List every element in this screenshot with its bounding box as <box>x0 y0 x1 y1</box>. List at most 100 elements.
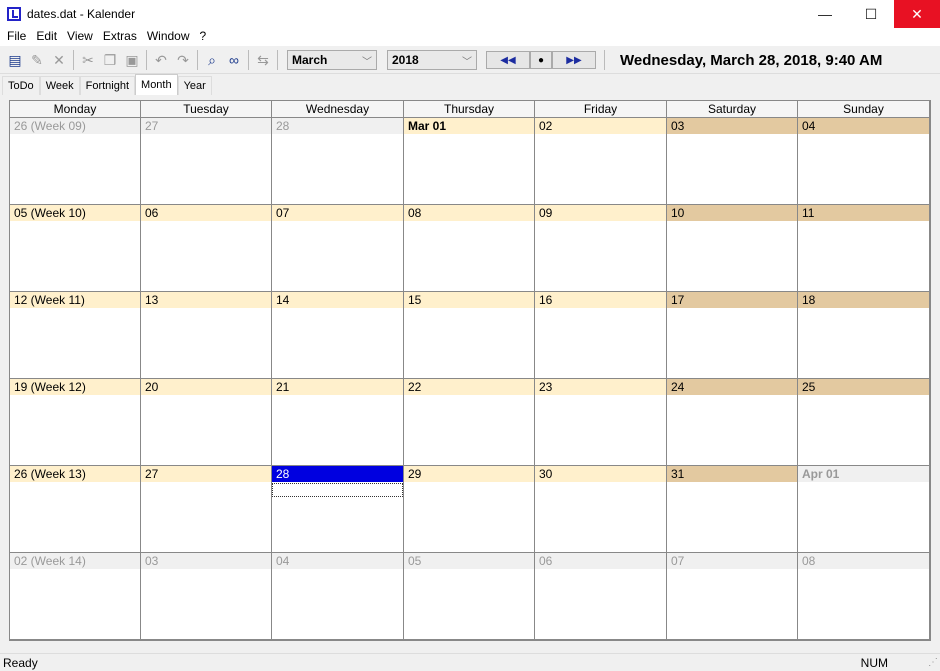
day-cell[interactable]: 07 <box>272 205 404 292</box>
today-button[interactable]: ● <box>530 51 552 69</box>
cut-icon[interactable]: ✂ <box>77 49 99 71</box>
menu-bar: File Edit View Extras Window ? <box>0 28 940 46</box>
tab-month[interactable]: Month <box>135 74 178 95</box>
day-cell[interactable]: 15 <box>404 292 535 379</box>
app-clock-icon <box>7 7 21 21</box>
day-cell[interactable]: 26 (Week 13) <box>10 466 141 553</box>
month-value: March <box>292 53 328 67</box>
day-cell[interactable]: 04 <box>798 118 930 205</box>
paste-icon[interactable]: ▣ <box>121 49 143 71</box>
day-label: 24 <box>667 379 797 395</box>
day-cell[interactable]: 05 (Week 10) <box>10 205 141 292</box>
day-cell[interactable]: 08 <box>404 205 535 292</box>
day-cell[interactable]: 16 <box>535 292 667 379</box>
tab-todo[interactable]: ToDo <box>2 76 40 95</box>
menu-file[interactable]: File <box>2 28 31 46</box>
num-lock-indicator: NUM <box>860 656 888 670</box>
day-cell[interactable]: 21 <box>272 379 404 466</box>
close-button[interactable]: ✕ <box>894 0 940 28</box>
day-cell[interactable]: 08 <box>798 553 930 640</box>
day-cell[interactable]: 12 (Week 11) <box>10 292 141 379</box>
day-label: 29 <box>404 466 534 482</box>
day-label: 07 <box>667 553 797 569</box>
day-cell[interactable]: 26 (Week 09) <box>10 118 141 205</box>
tab-fortnight[interactable]: Fortnight <box>79 76 136 95</box>
day-cell[interactable]: 27 <box>141 466 272 553</box>
day-cell[interactable]: 28 <box>272 466 404 553</box>
next-month-button[interactable]: ▶▶ <box>552 51 596 69</box>
day-cell[interactable]: Apr 01 <box>798 466 930 553</box>
divider <box>277 50 278 70</box>
day-cell[interactable]: 13 <box>141 292 272 379</box>
day-cell[interactable]: 30 <box>535 466 667 553</box>
day-cell[interactable]: 06 <box>535 553 667 640</box>
day-cell[interactable]: 05 <box>404 553 535 640</box>
new-entry-field[interactable] <box>272 483 403 497</box>
day-cell[interactable]: 27 <box>141 118 272 205</box>
day-cell[interactable]: 06 <box>141 205 272 292</box>
day-label: 05 (Week 10) <box>10 205 140 221</box>
day-header-saturday: Saturday <box>667 101 798 118</box>
day-cell[interactable]: 07 <box>667 553 798 640</box>
day-cell[interactable]: 14 <box>272 292 404 379</box>
day-cell[interactable]: 09 <box>535 205 667 292</box>
menu-view[interactable]: View <box>62 28 98 46</box>
delete-icon[interactable]: ✕ <box>48 49 70 71</box>
day-header-wednesday: Wednesday <box>272 101 404 118</box>
tab-week[interactable]: Week <box>39 76 80 95</box>
day-label: 17 <box>667 292 797 308</box>
day-cell[interactable]: 31 <box>667 466 798 553</box>
day-label: 04 <box>798 118 929 134</box>
tab-year[interactable]: Year <box>177 76 212 95</box>
day-cell[interactable]: 24 <box>667 379 798 466</box>
day-cell[interactable]: 02 (Week 14) <box>10 553 141 640</box>
day-label: 27 <box>141 466 271 482</box>
edit-icon[interactable]: ✎ <box>26 49 48 71</box>
year-value: 2018 <box>392 53 419 67</box>
day-cell[interactable]: 25 <box>798 379 930 466</box>
minimize-button[interactable]: — <box>802 0 848 28</box>
day-cell[interactable]: 29 <box>404 466 535 553</box>
day-cell[interactable]: 28 <box>272 118 404 205</box>
day-cell[interactable]: 17 <box>667 292 798 379</box>
day-cell[interactable]: 04 <box>272 553 404 640</box>
undo-icon[interactable]: ↶ <box>150 49 172 71</box>
month-select[interactable]: March ﹀ <box>287 50 377 70</box>
menu-edit[interactable]: Edit <box>31 28 62 46</box>
toolbar: ▤ ✎ ✕ ✂ ❐ ▣ ↶ ↷ ⌕ ∞ ⇆ March ﹀ 2018 ﹀ ◀◀ ● … <box>0 47 940 74</box>
redo-icon[interactable]: ↷ <box>172 49 194 71</box>
day-cell[interactable]: 19 (Week 12) <box>10 379 141 466</box>
day-cell[interactable]: Mar 01 <box>404 118 535 205</box>
day-cell[interactable]: 20 <box>141 379 272 466</box>
maximize-button[interactable]: ☐ <box>848 0 894 28</box>
day-cell[interactable]: 03 <box>667 118 798 205</box>
view-icon[interactable]: ∞ <box>223 49 245 71</box>
divider <box>604 50 605 70</box>
day-label: Apr 01 <box>798 466 929 482</box>
day-cell[interactable]: 03 <box>141 553 272 640</box>
day-label: 08 <box>404 205 534 221</box>
calendar-icon[interactable]: ▤ <box>4 49 26 71</box>
menu-extras[interactable]: Extras <box>98 28 142 46</box>
day-label: 13 <box>141 292 271 308</box>
day-cell[interactable]: 22 <box>404 379 535 466</box>
day-label: 25 <box>798 379 929 395</box>
day-label: 18 <box>798 292 929 308</box>
day-cell[interactable]: 18 <box>798 292 930 379</box>
day-cell[interactable]: 10 <box>667 205 798 292</box>
day-cell[interactable]: 23 <box>535 379 667 466</box>
prev-month-button[interactable]: ◀◀ <box>486 51 530 69</box>
copy-icon[interactable]: ❐ <box>99 49 121 71</box>
day-label: 30 <box>535 466 666 482</box>
day-header-monday: Monday <box>10 101 141 118</box>
menu-help[interactable]: ? <box>195 28 212 46</box>
swap-icon[interactable]: ⇆ <box>252 49 274 71</box>
title-bar: dates.dat - Kalender — ☐ ✕ <box>0 0 940 28</box>
day-cell[interactable]: 02 <box>535 118 667 205</box>
resize-grip-icon[interactable]: ⋰ <box>928 657 938 668</box>
year-select[interactable]: 2018 ﹀ <box>387 50 477 70</box>
day-label: 09 <box>535 205 666 221</box>
find-icon[interactable]: ⌕ <box>201 49 223 71</box>
menu-window[interactable]: Window <box>142 28 195 46</box>
day-cell[interactable]: 11 <box>798 205 930 292</box>
